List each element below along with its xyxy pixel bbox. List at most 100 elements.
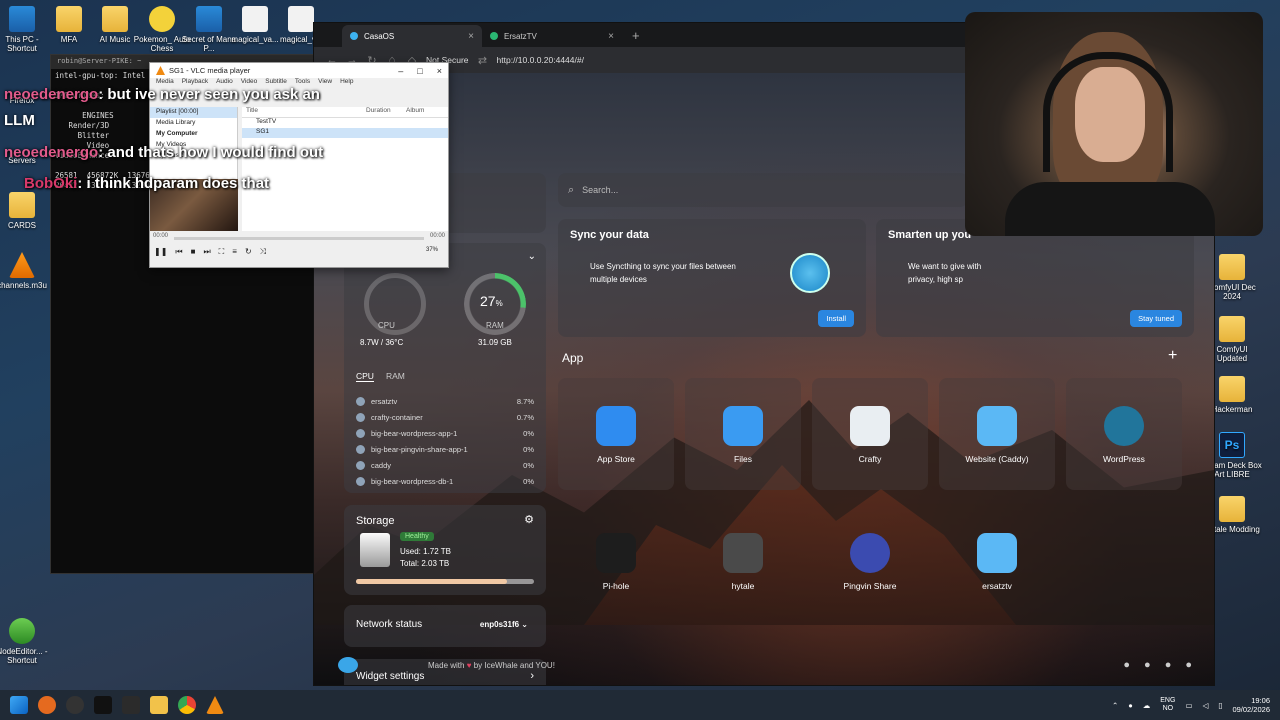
webcam-overlay	[965, 12, 1263, 236]
more-icon[interactable]: ●	[1185, 659, 1192, 671]
tab-casaos[interactable]: CasaOS ×	[342, 25, 482, 47]
heart-icon: ♥	[466, 661, 472, 670]
cube-icon	[977, 406, 1017, 446]
cpu-value: 8.7W / 36°C	[360, 338, 404, 347]
app-tile-hytale[interactable]: hytale	[685, 505, 801, 617]
menu-help[interactable]: Help	[340, 78, 353, 88]
network-icon[interactable]: ▭	[1185, 701, 1192, 710]
desktop-icon-channels[interactable]: channels.m3u	[0, 252, 52, 290]
sidebar-item-playlist[interactable]: Playlist [00:00]	[150, 107, 237, 118]
app-tile-website-caddy[interactable]: Website (Caddy)	[939, 378, 1055, 490]
storage-progress-bar	[356, 579, 534, 584]
chrome-icon[interactable]	[178, 696, 196, 714]
stay-tuned-button[interactable]: Stay tuned	[1130, 310, 1182, 327]
shuffle-button[interactable]: ⤨	[260, 247, 266, 257]
battery-icon[interactable]: ▯	[1218, 701, 1222, 710]
app-tile-wordpress[interactable]: WordPress	[1066, 378, 1182, 490]
url-field[interactable]: http://10.0.0.20:4444/#/	[497, 55, 584, 65]
vlc-icon[interactable]	[206, 696, 224, 714]
desktop-icon-cards[interactable]: CARDS	[0, 192, 52, 230]
footer-text: Made with ♥ by IceWhale and YOU!	[428, 661, 555, 670]
sync-card: Sync your data Use Syncthing to sync you…	[558, 219, 866, 337]
terminal-icon[interactable]	[94, 696, 112, 714]
menu-view[interactable]: View	[318, 78, 332, 88]
files-icon	[723, 406, 763, 446]
app-tile-pingvin-share[interactable]: Pingvin Share	[812, 505, 928, 617]
gear-icon[interactable]: ⚙	[524, 513, 534, 526]
process-row: big-bear-wordpress-app-1 0%	[356, 425, 534, 441]
add-app-button[interactable]: +	[1168, 347, 1177, 365]
firefox-icon[interactable]	[38, 696, 56, 714]
close-tab-icon[interactable]: ×	[468, 31, 474, 42]
playback-buttons: ❚❚ ⏮ ■ ⏭ ⛶ ≡ ↻ ⤨	[154, 247, 266, 257]
sync-text: Use Syncthing to sync your files between…	[590, 262, 736, 284]
app-tile-crafty[interactable]: Crafty	[812, 378, 928, 490]
playlist-item[interactable]: SG1	[242, 128, 448, 138]
github-icon[interactable]: ●	[1165, 659, 1172, 671]
app-tile-ersatztv[interactable]: ersatztv	[939, 505, 1055, 617]
app-tile-app-store[interactable]: App Store	[558, 378, 674, 490]
playlist-button[interactable]: ≡	[232, 247, 237, 257]
container-icon	[356, 412, 365, 422]
maximize-icon[interactable]: □	[417, 66, 422, 76]
pause-button[interactable]: ❚❚	[154, 247, 167, 257]
clock[interactable]: 19:06 09/02/2026	[1232, 696, 1270, 715]
search-input[interactable]: Search...	[582, 185, 618, 195]
language-indicator[interactable]: ENG NO	[1160, 697, 1175, 714]
site-settings-icon[interactable]: ⇄	[477, 54, 489, 67]
tab-ersatztv[interactable]: ErsatzTV ×	[482, 25, 622, 47]
process-row: big-bear-wordpress-db-1 0%	[356, 473, 534, 489]
monitor-icon	[9, 6, 35, 32]
search-bar[interactable]: ⌕ Search...	[558, 173, 968, 207]
container-icon	[356, 460, 365, 470]
ram-total: 31.09 GB	[478, 338, 512, 347]
volume-icon[interactable]: ◁	[1203, 701, 1209, 710]
new-tab-button[interactable]: +	[622, 28, 650, 47]
storage-title: Storage	[356, 515, 395, 527]
tab-ram[interactable]: RAM	[386, 371, 405, 382]
folder-icon	[102, 6, 128, 32]
app-tile-files[interactable]: Files	[685, 378, 801, 490]
microphone-icon[interactable]: ●	[1128, 701, 1133, 710]
close-icon[interactable]: ×	[437, 66, 442, 76]
folder-icon	[1219, 254, 1245, 280]
chevron-down-icon[interactable]: ⌄	[528, 251, 536, 262]
previous-button[interactable]: ⏮	[175, 247, 182, 257]
file-explorer-icon[interactable]	[150, 696, 168, 714]
stop-button[interactable]: ■	[191, 247, 196, 257]
chat-icon[interactable]: ●	[1123, 659, 1130, 671]
vlc-icon	[156, 66, 165, 75]
playlist-item[interactable]: TestTV	[242, 118, 448, 128]
volume-level[interactable]: 37%	[426, 247, 438, 253]
process-row: crafty-container 0.7%	[356, 409, 534, 425]
onedrive-icon[interactable]: ☁	[1143, 701, 1151, 710]
vlc-controls: 00:00 00:00 ❚❚ ⏮ ■ ⏭ ⛶ ≡ ↻ ⤨ 37%	[150, 231, 448, 267]
penguin-icon	[850, 533, 890, 573]
settings-icon[interactable]	[122, 696, 140, 714]
seek-bar[interactable]	[174, 237, 424, 240]
obs-icon[interactable]	[66, 696, 84, 714]
process-row: ersatztv 8.7%	[356, 393, 534, 409]
chevron-up-icon[interactable]: ⌃	[1112, 701, 1118, 710]
discord-icon[interactable]: ●	[1144, 659, 1151, 671]
fullscreen-button[interactable]: ⛶	[219, 247, 225, 257]
cpu-gauge	[364, 273, 426, 335]
windows-start-icon[interactable]	[10, 696, 28, 714]
loop-button[interactable]: ↻	[245, 247, 252, 257]
vlc-icon	[9, 252, 35, 278]
close-tab-icon[interactable]: ×	[608, 31, 614, 42]
network-title: Network status	[356, 619, 423, 630]
next-button[interactable]: ⏭	[203, 247, 210, 257]
desktop-icon-nodeeditor[interactable]: NodeEditor... - Shortcut	[0, 618, 52, 665]
game-icon	[149, 6, 175, 32]
smarten-card: Smarten up you We want to give with priv…	[876, 219, 1194, 337]
sidebar-item-my-computer[interactable]: My Computer	[150, 129, 237, 140]
sidebar-item-media-library[interactable]: Media Library	[150, 118, 237, 129]
app-tile-pihole[interactable]: Pi-hole	[558, 505, 674, 617]
minimize-icon[interactable]: –	[398, 66, 403, 76]
network-interface-select[interactable]: enp0s31f6 ⌄	[480, 620, 528, 629]
folder-icon	[1219, 496, 1245, 522]
tab-cpu[interactable]: CPU	[356, 371, 374, 382]
install-button[interactable]: Install	[818, 310, 854, 327]
photoshop-icon: Ps	[1219, 432, 1245, 458]
